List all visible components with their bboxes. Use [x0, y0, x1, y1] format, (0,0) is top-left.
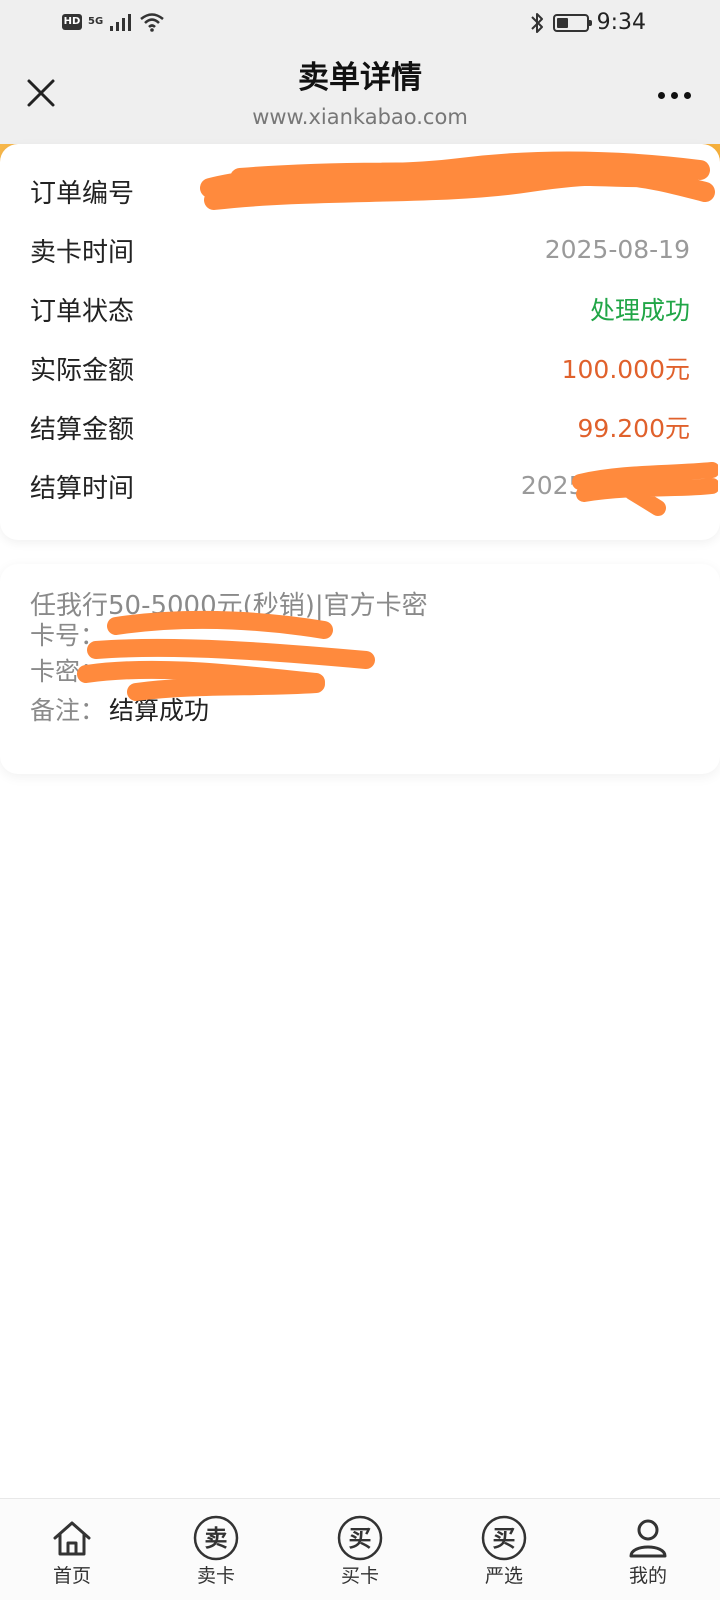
signal-icon — [110, 14, 132, 31]
note-line: 备注： 结算成功 — [30, 695, 259, 727]
order-detail-card: 订单编号 卖卡时间 2025-08-19 订单状态 处理成功 实际金额 100.… — [0, 144, 720, 540]
card-pin-value — [109, 656, 259, 688]
network-type: 5G — [88, 16, 104, 27]
nav-sell-label: 卖卡 — [196, 1565, 235, 1587]
nav-select-label: 严选 — [484, 1565, 523, 1587]
note-label: 备注： — [30, 696, 106, 725]
clock: 9:34 — [596, 10, 646, 35]
product-name: 任我行50-5000元(秒销)|官方卡密 — [30, 591, 428, 621]
settle-time-row: 结算时间 2025-08-19 1 — [30, 468, 690, 504]
order-status-label: 订单状态 — [30, 296, 135, 327]
card-number-line: 卡号： — [30, 620, 259, 652]
wifi-icon — [140, 13, 164, 32]
actual-amount-row: 实际金额 100.000元 — [30, 350, 690, 386]
settle-amount-label: 结算金额 — [30, 414, 135, 445]
page-url: www.xiankabao.com — [252, 105, 468, 129]
more-dot — [670, 91, 678, 99]
nav-buy-label: 买卡 — [340, 1565, 379, 1587]
user-icon — [625, 1515, 671, 1561]
sell-glyph: 卖 — [205, 1526, 228, 1552]
card-info-card: 任我行50-5000元(秒销)|官方卡密 卡号： 卡密： 备注： 结算成功 — [0, 564, 720, 774]
settle-amount-value: 99.200元 — [577, 414, 690, 443]
status-indicators: HD 5G — [62, 12, 165, 32]
order-number-row: 订单编号 — [30, 173, 690, 209]
order-number-label: 订单编号 — [30, 178, 135, 209]
sell-time-label: 卖卡时间 — [30, 237, 135, 268]
nav-buy[interactable]: 买 买卡 — [288, 1515, 432, 1589]
battery-icon — [552, 14, 592, 32]
bottom-nav: 首页 卖 卖卡 买 买卡 买 严选 我的 — [0, 1498, 720, 1600]
actual-amount-value: 100.000元 — [561, 355, 690, 384]
more-button[interactable] — [650, 76, 698, 114]
sell-time-row: 卖卡时间 2025-08-19 — [30, 232, 690, 268]
nav-mine[interactable]: 我的 — [576, 1515, 720, 1589]
bluetooth-icon — [530, 13, 543, 33]
buy-glyph: 买 — [349, 1526, 372, 1552]
nav-sell[interactable]: 卖 卖卡 — [144, 1515, 288, 1589]
settle-time-value: 2025-08-19 1 — [520, 471, 690, 500]
select-icon: 买 — [481, 1515, 527, 1561]
order-status-value: 处理成功 — [589, 296, 690, 325]
more-dot — [683, 91, 691, 99]
settle-amount-row: 结算金额 99.200元 — [30, 409, 690, 445]
card-pin-line: 卡密： — [30, 656, 259, 688]
order-number-value — [490, 176, 690, 206]
order-status-row: 订单状态 处理成功 — [30, 291, 690, 327]
select-glyph: 买 — [493, 1526, 516, 1552]
buy-icon: 买 — [337, 1515, 383, 1561]
settle-time-label: 结算时间 — [30, 473, 135, 504]
sell-icon: 卖 — [193, 1515, 239, 1561]
hd-badge: HD — [62, 14, 82, 30]
more-dot — [657, 91, 665, 99]
nav-home-label: 首页 — [52, 1565, 91, 1587]
card-number-value — [109, 620, 259, 652]
status-bar: HD 5G 9:34 — [0, 0, 720, 52]
sell-time-value: 2025-08-19 — [544, 235, 690, 264]
title-bar: 卖单详情 www.xiankabao.com — [0, 52, 720, 144]
note-value: 结算成功 — [109, 696, 210, 725]
page-title: 卖单详情 — [298, 60, 422, 96]
card-number-label: 卡号： — [30, 621, 106, 650]
card-pin-label: 卡密： — [30, 657, 106, 686]
nav-select[interactable]: 买 严选 — [432, 1515, 576, 1589]
nav-home[interactable]: 首页 — [0, 1515, 144, 1589]
home-icon — [49, 1515, 95, 1561]
nav-mine-label: 我的 — [628, 1565, 667, 1587]
status-right: 9:34 — [529, 10, 646, 36]
actual-amount-label: 实际金额 — [30, 355, 135, 386]
